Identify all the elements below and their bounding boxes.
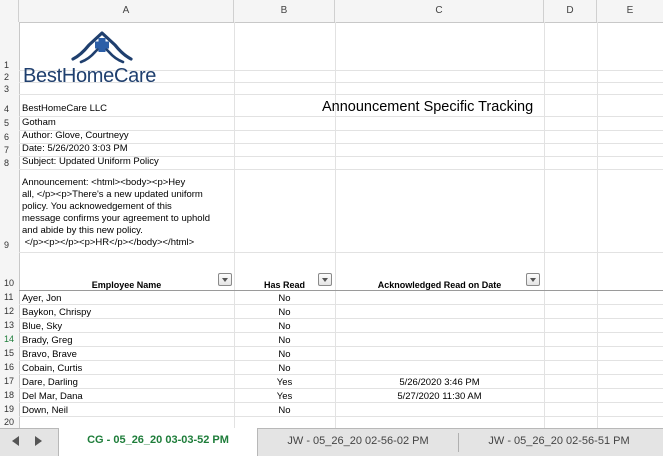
has-read-value: No <box>278 307 291 318</box>
announcement-line: </p><p></p><p>HR</p></body></html> <box>22 237 195 248</box>
row-number[interactable]: 13 <box>0 320 19 330</box>
logo-wordmark: BestHomeCare <box>23 65 157 87</box>
sheet-tab[interactable]: JW - 05_26_20 02-56-51 PM <box>459 429 659 456</box>
has-read-value: Yes <box>276 377 293 388</box>
column-header-a[interactable]: A <box>19 0 234 22</box>
announcement-line: Announcement: <html><body><p>Hey <box>22 177 186 188</box>
row-number[interactable]: 20 <box>0 417 19 427</box>
row-number[interactable]: 12 <box>0 306 19 316</box>
sheet-tab-bar: CG - 05_26_20 03-03-52 PM JW - 05_26_20 … <box>0 428 663 456</box>
column-header-d[interactable]: D <box>544 0 597 22</box>
ack-date: 5/27/2020 11:30 AM <box>397 391 482 402</box>
row-number[interactable]: 2 <box>0 72 19 82</box>
column-header-bar: A B C D E <box>0 0 663 23</box>
filter-dropdown-icon[interactable] <box>526 273 540 286</box>
employee-name: Baykon, Chrispy <box>22 307 92 318</box>
sheet-tab-active[interactable]: CG - 05_26_20 03-03-52 PM <box>58 428 258 456</box>
announcement-line: and abide by this new policy. <box>22 225 143 236</box>
header-employee-name: Employee Name <box>91 280 162 290</box>
sheet-tab[interactable]: JW - 05_26_20 02-56-02 PM <box>258 429 458 456</box>
employee-name: Ayer, Jon <box>22 293 62 304</box>
employee-name: Brady, Greg <box>22 335 73 346</box>
column-header-b[interactable]: B <box>234 0 335 22</box>
row-number[interactable]: 6 <box>0 132 19 142</box>
date: Date: 5/26/2020 3:03 PM <box>22 143 128 154</box>
freeze-pane-line <box>19 290 663 291</box>
has-read-value: No <box>278 363 291 374</box>
announcement-line: policy. You acknowedgement of this <box>22 201 172 212</box>
row-number[interactable]: 16 <box>0 362 19 372</box>
row-number-active[interactable]: 14 <box>0 334 19 344</box>
scroll-right-icon[interactable] <box>35 436 42 446</box>
row-number[interactable]: 7 <box>0 145 19 155</box>
select-all-corner[interactable] <box>0 0 19 22</box>
has-read-value: No <box>278 293 291 304</box>
employee-name: Down, Neil <box>22 405 68 416</box>
city: Gotham <box>22 117 56 128</box>
row-number[interactable]: 19 <box>0 404 19 414</box>
row-number[interactable]: 18 <box>0 390 19 400</box>
filter-dropdown-icon[interactable] <box>218 273 232 286</box>
house-hands-logo-icon <box>71 31 133 64</box>
row-number[interactable]: 9 <box>0 240 19 250</box>
row-number[interactable]: 4 <box>0 104 19 114</box>
subject: Subject: Updated Uniform Policy <box>22 156 159 167</box>
employee-name: Blue, Sky <box>22 321 63 332</box>
has-read-value: Yes <box>276 391 293 402</box>
column-header-c[interactable]: C <box>335 0 544 22</box>
scroll-left-icon[interactable] <box>12 436 19 446</box>
filter-dropdown-icon[interactable] <box>318 273 332 286</box>
company-name: BestHomeCare LLC <box>22 103 108 114</box>
column-header-e[interactable]: E <box>597 0 663 22</box>
has-read-value: No <box>278 335 291 346</box>
employee-name: Del Mar, Dana <box>22 391 83 402</box>
row-number[interactable]: 11 <box>0 292 19 302</box>
row-number[interactable]: 1 <box>0 60 19 70</box>
announcement-line: message confirms your agreement to uphol… <box>22 213 210 224</box>
announcement-line: all, </p><p>There's a new updated unifor… <box>22 189 203 200</box>
report-title: Announcement Specific Tracking <box>322 99 534 115</box>
has-read-value: No <box>278 405 291 416</box>
has-read-value: No <box>278 321 291 332</box>
author: Author: Glove, Courtneyy <box>22 130 129 141</box>
has-read-value: No <box>278 349 291 360</box>
row-number[interactable]: 15 <box>0 348 19 358</box>
employee-name: Cobain, Curtis <box>22 363 83 374</box>
row-number[interactable]: 3 <box>0 84 19 94</box>
ack-date: 5/26/2020 3:46 PM <box>399 377 480 388</box>
employee-name: Bravo, Brave <box>22 349 77 360</box>
header-acknowledged-date: Acknowledged Read on Date <box>377 280 502 290</box>
employee-name: Dare, Darling <box>22 377 78 388</box>
row-number[interactable]: 8 <box>0 158 19 168</box>
row-number[interactable]: 17 <box>0 376 19 386</box>
besthomecare-logo: BestHomeCare <box>23 25 183 95</box>
row-number[interactable]: 5 <box>0 118 19 128</box>
row-number[interactable]: 10 <box>0 278 19 288</box>
